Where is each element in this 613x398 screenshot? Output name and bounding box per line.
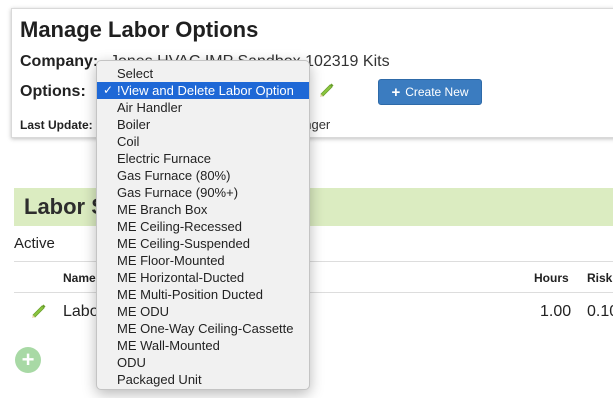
- dropdown-option[interactable]: ME One-Way Ceiling-Cassette: [97, 320, 309, 337]
- edit-row-pencil-icon[interactable]: [30, 302, 48, 320]
- dropdown-option-label: ME Multi-Position Ducted: [117, 287, 263, 302]
- dropdown-option[interactable]: ME ODU: [97, 303, 309, 320]
- row-hours-cell: 1.00: [540, 303, 572, 320]
- column-header-risk: Risk: [587, 271, 613, 285]
- dropdown-option[interactable]: Coil: [97, 133, 309, 150]
- dropdown-option-label: Gas Furnace (90%+): [117, 185, 239, 200]
- dropdown-option[interactable]: ME Floor-Mounted: [97, 252, 309, 269]
- row-risk-cell: 0.10: [587, 303, 613, 320]
- last-update-label: Last Update:: [20, 118, 93, 132]
- checkmark-icon: ✓: [103, 83, 114, 97]
- dropdown-option[interactable]: ✓ !View and Delete Labor Option: [97, 82, 309, 99]
- dropdown-option[interactable]: Air Handler: [97, 99, 309, 116]
- dropdown-option[interactable]: ME Branch Box: [97, 201, 309, 218]
- dropdown-option[interactable]: ME Ceiling-Recessed: [97, 218, 309, 235]
- dropdown-option-label: Electric Furnace: [117, 151, 211, 166]
- dropdown-option[interactable]: ME Wall-Mounted: [97, 337, 309, 354]
- dropdown-option-label: Boiler: [117, 117, 151, 132]
- company-label: Company:: [20, 53, 99, 70]
- page-title: Manage Labor Options: [20, 17, 259, 42]
- dropdown-option-label: ME Ceiling-Recessed: [117, 219, 242, 234]
- dropdown-option-label: ME Floor-Mounted: [117, 253, 225, 268]
- plus-icon: +: [391, 83, 401, 101]
- options-label: Options:: [20, 83, 86, 100]
- dropdown-option-label: ME One-Way Ceiling-Cassette: [117, 321, 294, 336]
- dropdown-option-label: !View and Delete Labor Option: [117, 83, 294, 98]
- column-header-name: Name: [63, 271, 96, 285]
- dropdown-option-label: ME Wall-Mounted: [117, 338, 220, 353]
- dropdown-option[interactable]: Gas Furnace (90%+): [97, 184, 309, 201]
- add-row-button[interactable]: +: [15, 347, 41, 373]
- dropdown-option-label: Air Handler: [117, 100, 183, 115]
- create-new-label: Create New: [405, 85, 469, 99]
- section-title: Labor S: [24, 194, 106, 219]
- dropdown-option[interactable]: ME Ceiling-Suspended: [97, 235, 309, 252]
- plus-icon: +: [21, 346, 35, 372]
- dropdown-option[interactable]: ME Multi-Position Ducted: [97, 286, 309, 303]
- dropdown-option-label: ODU: [117, 355, 146, 370]
- active-label: Active: [14, 235, 55, 252]
- dropdown-option-label: Gas Furnace (80%): [117, 168, 231, 183]
- dropdown-option-label: Select: [117, 66, 154, 81]
- dropdown-option-label: ME Horizontal-Ducted: [117, 270, 245, 285]
- dropdown-option-label: Packaged Unit: [117, 372, 202, 387]
- create-new-button[interactable]: + Create New: [378, 79, 482, 105]
- edit-option-pencil-icon[interactable]: [318, 81, 336, 99]
- dropdown-option[interactable]: Gas Furnace (80%): [97, 167, 309, 184]
- dropdown-option-label: ME Ceiling-Suspended: [117, 236, 250, 251]
- dropdown-option[interactable]: Packaged Unit: [97, 371, 309, 388]
- dropdown-option-label: ME Branch Box: [117, 202, 208, 217]
- row-name-cell: Labo: [63, 303, 99, 320]
- dropdown-option[interactable]: ODU: [97, 354, 309, 371]
- dropdown-option-label: Coil: [117, 134, 140, 149]
- column-header-hours: Hours: [534, 271, 569, 285]
- options-dropdown-menu[interactable]: Select ✓ !View and Delete Labor Option Air …: [96, 60, 310, 390]
- dropdown-option[interactable]: Electric Furnace: [97, 150, 309, 167]
- dropdown-option[interactable]: ME Horizontal-Ducted: [97, 269, 309, 286]
- dropdown-option-label: ME ODU: [117, 304, 169, 319]
- dropdown-option[interactable]: Select: [97, 65, 309, 82]
- dropdown-option[interactable]: Boiler: [97, 116, 309, 133]
